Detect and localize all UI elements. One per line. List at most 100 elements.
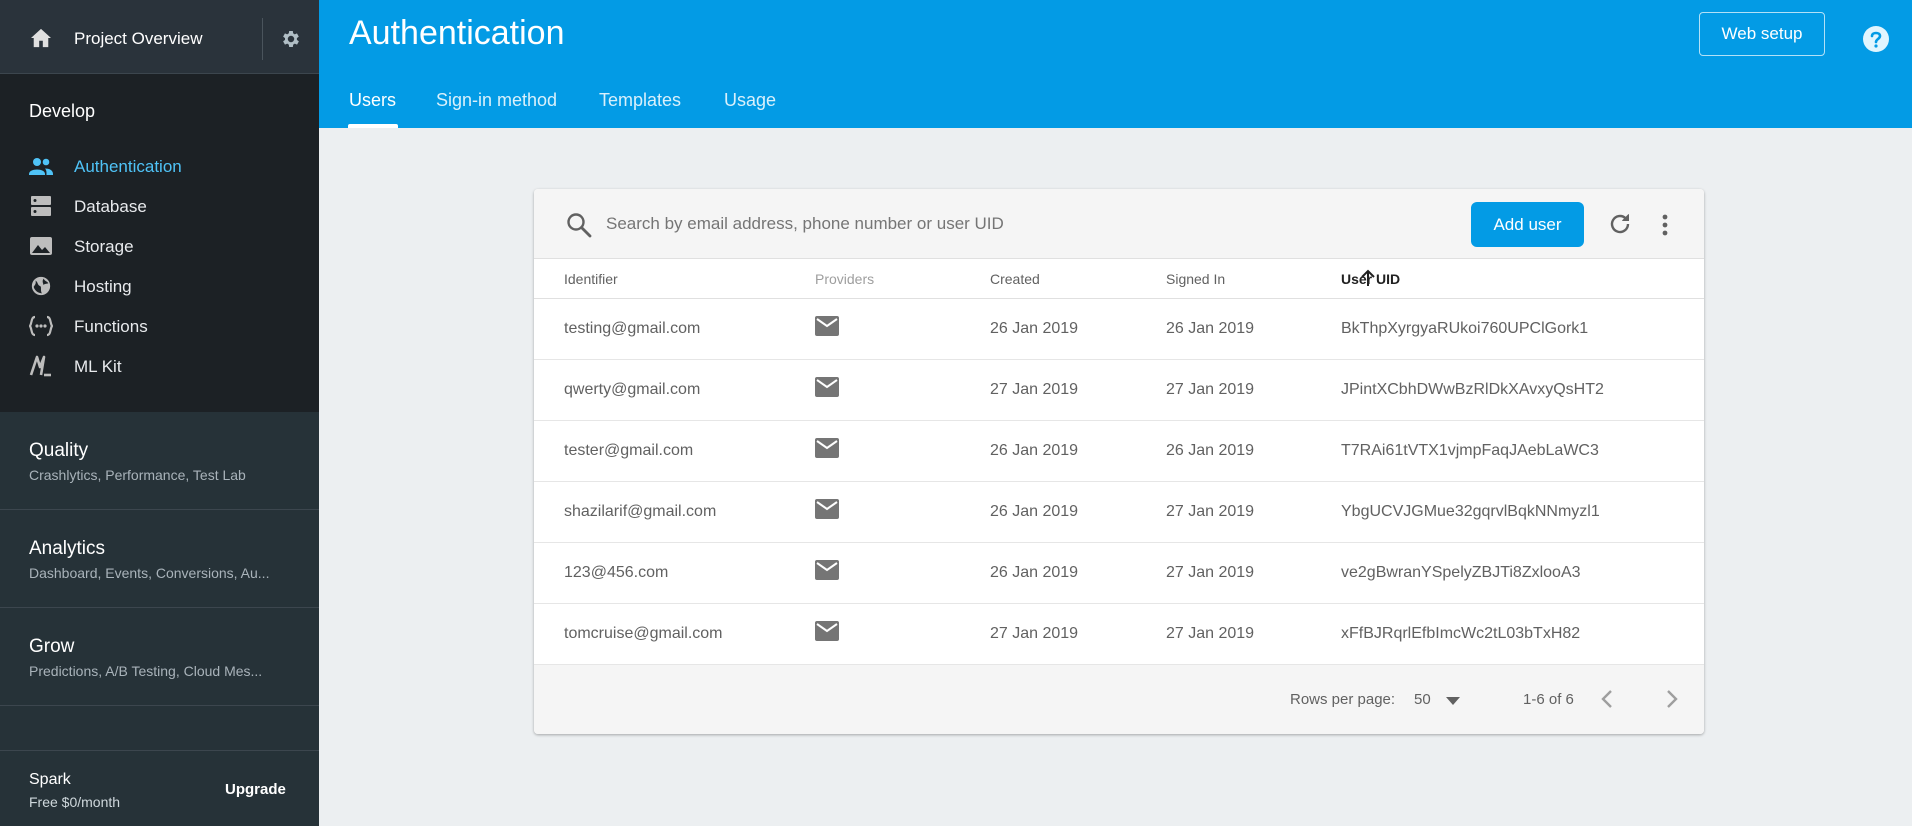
add-user-button[interactable]: Add user (1471, 202, 1584, 247)
divider (262, 18, 263, 60)
more-vert-icon[interactable] (1661, 213, 1669, 237)
group-title: Grow (29, 636, 75, 657)
cell-created: 26 Jan 2019 (990, 564, 1079, 581)
plan-bar: Spark Free $0/month Upgrade (0, 750, 319, 826)
table-row[interactable]: 123@456.com 26 Jan 2019 27 Jan 2019 ve2gBwr… (534, 543, 1704, 604)
group-title: Quality (29, 440, 89, 461)
cell-created: 26 Jan 2019 (990, 442, 1079, 459)
cell-signed-in: 27 Jan 2019 (1166, 381, 1255, 398)
web-setup-button[interactable]: Web setup (1699, 12, 1825, 56)
column-header-providers: Providers (815, 271, 875, 287)
cell-identifier: shazilarif@gmail.com (564, 503, 717, 520)
tab-sign-in-method[interactable]: Sign-in method (436, 90, 557, 111)
people-icon (29, 158, 53, 175)
cell-identifier: testing@gmail.com (564, 320, 701, 337)
rows-per-page-select[interactable]: 50 (1414, 691, 1431, 708)
sidebar-item-label: Database (74, 197, 147, 216)
column-header-identifier[interactable]: Identifier (564, 271, 618, 287)
mail-icon (815, 499, 839, 519)
sidebar-item-label: Storage (74, 237, 134, 256)
cell-identifier: 123@456.com (564, 564, 669, 581)
home-icon[interactable] (30, 28, 52, 48)
rows-per-page-label: Rows per page: (1290, 691, 1396, 708)
mail-icon (815, 316, 839, 336)
cell-user-uid: BkThpXyrgyaRUkoi760UPClGork1 (1341, 320, 1589, 337)
mail-icon (815, 621, 839, 641)
sidebar-item-functions[interactable]: Functions (0, 308, 319, 344)
table-row[interactable]: qwerty@gmail.com 27 Jan 2019 27 Jan 2019 JP… (534, 360, 1704, 421)
pagination-bar: Rows per page: 50 1-6 of 6 (534, 665, 1704, 734)
plan-name: Spark (29, 771, 71, 788)
chevron-right-icon[interactable] (1665, 688, 1679, 710)
pagination-range: 1-6 of 6 (1523, 691, 1574, 708)
image-icon (30, 237, 52, 255)
header: Authentication Web setup Users Sign-in m… (319, 0, 1912, 128)
cell-created: 26 Jan 2019 (990, 503, 1079, 520)
cell-identifier: tester@gmail.com (564, 442, 694, 459)
ml-kit-icon (29, 355, 51, 377)
gear-icon[interactable] (280, 28, 302, 50)
cell-identifier: tomcruise@gmail.com (564, 625, 723, 642)
tab-users[interactable]: Users (349, 90, 396, 111)
sidebar-project-bar: Project Overview (0, 0, 319, 74)
develop-title: Develop (29, 101, 96, 121)
sidebar-item-label: Hosting (74, 277, 132, 296)
cell-signed-in: 26 Jan 2019 (1166, 442, 1255, 459)
users-toolbar: Add user (534, 189, 1704, 259)
globe-icon (31, 276, 51, 296)
plan-price: Free $0/month (29, 794, 121, 810)
refresh-icon[interactable] (1607, 211, 1633, 237)
sidebar-item-label: Authentication (74, 157, 182, 176)
page-title: Authentication (349, 14, 565, 52)
column-header-created[interactable]: Created (990, 271, 1040, 287)
cell-user-uid: xFfBJRqrlEfbImcWc2tL03bTxH82 (1341, 625, 1581, 642)
sidebar-item-label: Functions (74, 317, 148, 336)
cell-signed-in: 26 Jan 2019 (1166, 320, 1255, 337)
arrow-up-icon[interactable] (1360, 269, 1376, 287)
sidebar-item-label: ML Kit (74, 357, 122, 376)
search-input[interactable] (606, 207, 1206, 241)
table-row[interactable]: tester@gmail.com 26 Jan 2019 26 Jan 2019 T7… (534, 421, 1704, 482)
sidebar-group-analytics[interactable]: Analytics Dashboard, Events, Conversions… (0, 510, 319, 608)
cell-signed-in: 27 Jan 2019 (1166, 564, 1255, 581)
sidebar-item-authentication[interactable]: Authentication (0, 148, 319, 184)
cell-user-uid: ve2gBwranYSpelyZBJTi8ZxlooA3 (1341, 564, 1581, 581)
table-row[interactable]: tomcruise@gmail.com 27 Jan 2019 27 Jan 201… (534, 604, 1704, 665)
table-header: Identifier Providers Created Signed In U… (534, 259, 1704, 299)
cell-signed-in: 27 Jan 2019 (1166, 625, 1255, 642)
table-row[interactable]: shazilarif@gmail.com 26 Jan 2019 27 Jan 20… (534, 482, 1704, 543)
functions-icon (29, 315, 53, 337)
cell-signed-in: 27 Jan 2019 (1166, 503, 1255, 520)
group-subtitle: Dashboard, Events, Conversions, Au... (29, 565, 270, 581)
sidebar-item-hosting[interactable]: Hosting (0, 268, 319, 304)
sidebar-item-storage[interactable]: Storage (0, 228, 319, 264)
group-title: Analytics (29, 538, 106, 559)
group-subtitle: Crashlytics, Performance, Test Lab (29, 467, 246, 483)
project-overview-link[interactable]: Project Overview (74, 29, 202, 49)
chevron-down-icon[interactable] (1446, 697, 1460, 705)
cell-identifier: qwerty@gmail.com (564, 381, 701, 398)
sidebar: Project Overview Develop Authentication … (0, 0, 319, 826)
cell-user-uid: T7RAi61tVTX1vjmpFaqJAebLaWC3 (1341, 442, 1599, 459)
sidebar-item-database[interactable]: Database (0, 188, 319, 224)
help-icon[interactable] (1862, 25, 1890, 53)
group-subtitle: Predictions, A/B Testing, Cloud Mes... (29, 663, 263, 679)
develop-section: Develop Authentication Database Storage (0, 74, 319, 412)
mail-icon (815, 560, 839, 580)
mail-icon (815, 377, 839, 397)
active-tab-indicator (348, 124, 398, 128)
tab-templates[interactable]: Templates (599, 90, 681, 111)
upgrade-button[interactable]: Upgrade (225, 781, 286, 798)
cell-user-uid: JPintXCbhDWwBzRlDkXAvxyQsHT2 (1341, 381, 1604, 398)
database-icon (31, 196, 51, 216)
tab-usage[interactable]: Usage (724, 90, 776, 111)
sidebar-group-grow[interactable]: Grow Predictions, A/B Testing, Cloud Mes… (0, 608, 319, 706)
cell-created: 27 Jan 2019 (990, 625, 1079, 642)
cell-created: 27 Jan 2019 (990, 381, 1079, 398)
sidebar-item-ml-kit[interactable]: ML Kit (0, 348, 319, 384)
cell-user-uid: YbgUCVJGMue32gqrvlBqkNNmyzl1 (1341, 503, 1600, 520)
chevron-left-icon[interactable] (1600, 688, 1614, 710)
column-header-signed-in[interactable]: Signed In (1166, 271, 1225, 287)
table-row[interactable]: testing@gmail.com 26 Jan 2019 26 Jan 2019 B… (534, 299, 1704, 360)
sidebar-group-quality[interactable]: Quality Crashlytics, Performance, Test L… (0, 412, 319, 510)
